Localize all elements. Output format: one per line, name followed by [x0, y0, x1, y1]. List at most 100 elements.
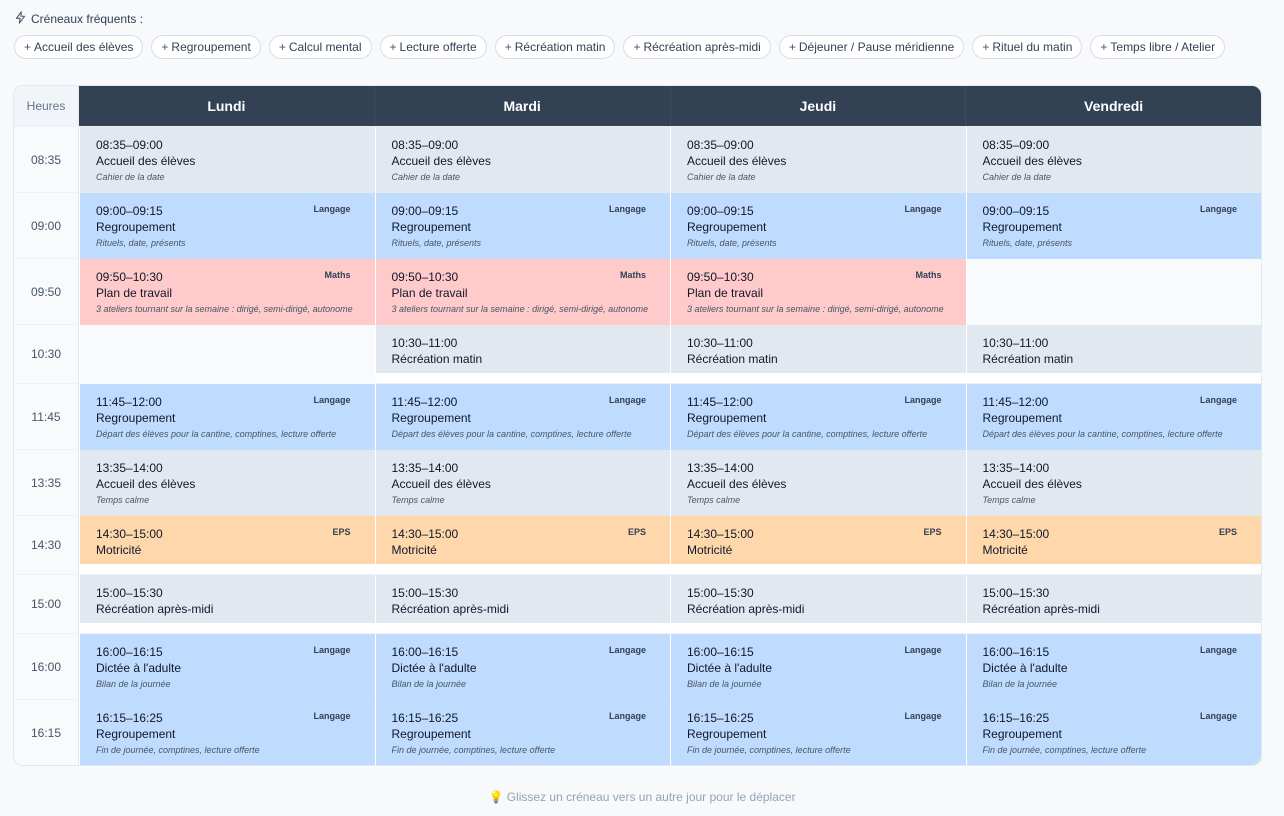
- schedule-slot[interactable]: 11:45–12:00 Regroupement Départ des élèves…: [966, 384, 1261, 450]
- day-cell[interactable]: 11:45–12:00 Regroupement Départ des élèves…: [79, 384, 375, 450]
- day-cell[interactable]: 09:00–09:15 Regroupement Rituels, date, pr…: [670, 193, 966, 259]
- slot-name: Motricité: [687, 543, 733, 557]
- day-cell[interactable]: 09:00–09:15 Regroupement Rituels, date, pr…: [79, 193, 375, 259]
- slot-name: Regroupement: [96, 411, 176, 425]
- schedule-slot[interactable]: 09:00–09:15 Regroupement Rituels, date, pr…: [375, 193, 670, 259]
- schedule-slot[interactable]: 16:00–16:15 Dictée à l'adulte Bilan de la …: [375, 634, 670, 700]
- day-cell[interactable]: 10:30–11:00 Récréation matin: [374, 325, 670, 383]
- schedule-slot[interactable]: 09:00–09:15 Regroupement Rituels, date, pr…: [671, 193, 966, 259]
- day-cell[interactable]: 13:35–14:00 Accueil des élèves Temps calme: [965, 450, 1261, 516]
- day-cell[interactable]: 13:35–14:00 Accueil des élèves Temps calme: [670, 450, 966, 516]
- add-slot-chip[interactable]: + Déjeuner / Pause méridienne: [778, 35, 965, 59]
- schedule-slot[interactable]: 09:00–09:15 Regroupement Rituels, date, pr…: [80, 193, 375, 259]
- slot-description: Rituels, date, présents: [96, 238, 186, 248]
- schedule-slot[interactable]: 16:15–16:25 Regroupement Fin de journée, c…: [966, 700, 1261, 765]
- day-cell[interactable]: 16:00–16:15 Dictée à l'adulte Bilan de la …: [670, 634, 966, 700]
- add-slot-chip[interactable]: + Lecture offerte: [379, 35, 487, 59]
- schedule-slot[interactable]: 14:30–15:00 Motricité EPS: [966, 516, 1261, 564]
- day-cell[interactable]: 09:50–10:30 Plan de travail 3 ateliers tou…: [670, 259, 966, 325]
- slot-name: Motricité: [982, 543, 1028, 557]
- add-slot-chip[interactable]: + Accueil des élèves: [14, 35, 144, 59]
- day-cell[interactable]: 13:35–14:00 Accueil des élèves Temps calme: [374, 450, 670, 516]
- schedule-slot[interactable]: 11:45–12:00 Regroupement Départ des élèves…: [671, 384, 966, 450]
- plus-icon: +: [633, 40, 641, 54]
- day-cell[interactable]: 09:00–09:15 Regroupement Rituels, date, pr…: [374, 193, 670, 259]
- day-cell[interactable]: 16:15–16:25 Regroupement Fin de journée, c…: [670, 700, 966, 765]
- schedule-slot[interactable]: 09:50–10:30 Plan de travail 3 ateliers tou…: [375, 259, 670, 325]
- day-cell[interactable]: [965, 259, 1261, 325]
- schedule-slot[interactable]: 14:30–15:00 Motricité EPS: [80, 516, 375, 564]
- day-cell[interactable]: 11:45–12:00 Regroupement Départ des élèves…: [670, 384, 966, 450]
- day-cell[interactable]: 09:00–09:15 Regroupement Rituels, date, pr…: [965, 193, 1261, 259]
- day-cell[interactable]: 14:30–15:00 Motricité EPS: [670, 516, 966, 574]
- schedule-slot[interactable]: 11:45–12:00 Regroupement Départ des élèves…: [80, 384, 375, 450]
- schedule-slot[interactable]: 15:00–15:30 Récréation après-midi: [80, 575, 375, 623]
- day-cell[interactable]: 11:45–12:00 Regroupement Départ des élèves…: [965, 384, 1261, 450]
- schedule-slot[interactable]: 16:15–16:25 Regroupement Fin de journée, c…: [80, 700, 375, 765]
- day-cell[interactable]: 10:30–11:00 Récréation matin: [965, 325, 1261, 383]
- schedule-slot[interactable]: 13:35–14:00 Accueil des élèves Temps calme: [671, 450, 966, 516]
- day-cell[interactable]: 14:30–15:00 Motricité EPS: [965, 516, 1261, 574]
- day-cell[interactable]: 08:35–09:00 Accueil des élèves Cahier de l…: [670, 127, 966, 193]
- day-cell[interactable]: 10:30–11:00 Récréation matin: [670, 325, 966, 383]
- schedule-slot[interactable]: 09:50–10:30 Plan de travail 3 ateliers tou…: [80, 259, 375, 325]
- schedule-slot[interactable]: 13:35–14:00 Accueil des élèves Temps calme: [375, 450, 670, 516]
- schedule-slot[interactable]: 16:15–16:25 Regroupement Fin de journée, c…: [375, 700, 670, 765]
- schedule-slot[interactable]: 08:35–09:00 Accueil des élèves Cahier de l…: [966, 127, 1261, 193]
- add-slot-chip[interactable]: + Récréation matin: [494, 35, 616, 59]
- schedule-slot[interactable]: 10:30–11:00 Récréation matin: [671, 325, 966, 373]
- schedule-slot[interactable]: 15:00–15:30 Récréation après-midi: [671, 575, 966, 623]
- schedule-slot[interactable]: 14:30–15:00 Motricité EPS: [671, 516, 966, 564]
- schedule-slot[interactable]: 16:00–16:15 Dictée à l'adulte Bilan de la …: [966, 634, 1261, 700]
- day-cell[interactable]: 14:30–15:00 Motricité EPS: [374, 516, 670, 574]
- empty-slot[interactable]: [80, 325, 375, 384]
- subject-tag: EPS: [332, 527, 351, 537]
- schedule-slot[interactable]: 08:35–09:00 Accueil des élèves Cahier de l…: [375, 127, 670, 193]
- day-cell[interactable]: 13:35–14:00 Accueil des élèves Temps calme: [79, 450, 375, 516]
- subject-tag: Maths: [324, 270, 351, 280]
- day-cell[interactable]: 16:00–16:15 Dictée à l'adulte Bilan de la …: [374, 634, 670, 700]
- add-slot-chip[interactable]: + Regroupement: [151, 35, 261, 59]
- day-cell[interactable]: 16:15–16:25 Regroupement Fin de journée, c…: [374, 700, 670, 765]
- schedule-slot[interactable]: 11:45–12:00 Regroupement Départ des élèves…: [375, 384, 670, 450]
- schedule-slot[interactable]: 10:30–11:00 Récréation matin: [375, 325, 670, 373]
- schedule-slot[interactable]: 09:00–09:15 Regroupement Rituels, date, pr…: [966, 193, 1261, 259]
- day-cell[interactable]: 15:00–15:30 Récréation après-midi: [965, 575, 1261, 633]
- add-slot-chip[interactable]: + Rituel du matin: [972, 35, 1083, 59]
- day-cell[interactable]: 15:00–15:30 Récréation après-midi: [670, 575, 966, 633]
- day-cell[interactable]: 11:45–12:00 Regroupement Départ des élèves…: [374, 384, 670, 450]
- day-cell[interactable]: 16:15–16:25 Regroupement Fin de journée, c…: [79, 700, 375, 765]
- schedule-slot[interactable]: 16:15–16:25 Regroupement Fin de journée, c…: [671, 700, 966, 765]
- day-cell[interactable]: 14:30–15:00 Motricité EPS: [79, 516, 375, 574]
- schedule-slot[interactable]: 16:00–16:15 Dictée à l'adulte Bilan de la …: [80, 634, 375, 700]
- schedule-slot[interactable]: 15:00–15:30 Récréation après-midi: [966, 575, 1261, 623]
- day-cell[interactable]: 16:00–16:15 Dictée à l'adulte Bilan de la …: [79, 634, 375, 700]
- empty-slot[interactable]: [966, 259, 1261, 325]
- schedule-slot[interactable]: 08:35–09:00 Accueil des élèves Cahier de l…: [80, 127, 375, 193]
- schedule-slot[interactable]: 10:30–11:00 Récréation matin: [966, 325, 1261, 373]
- schedule-slot[interactable]: 13:35–14:00 Accueil des élèves Temps calme: [80, 450, 375, 516]
- day-cell[interactable]: 15:00–15:30 Récréation après-midi: [374, 575, 670, 633]
- schedule-slot[interactable]: 16:00–16:15 Dictée à l'adulte Bilan de la …: [671, 634, 966, 700]
- schedule-slot[interactable]: 13:35–14:00 Accueil des élèves Temps calme: [966, 450, 1261, 516]
- schedule-slot[interactable]: 15:00–15:30 Récréation après-midi: [375, 575, 670, 623]
- day-cell[interactable]: 16:00–16:15 Dictée à l'adulte Bilan de la …: [965, 634, 1261, 700]
- day-cell[interactable]: 08:35–09:00 Accueil des élèves Cahier de l…: [374, 127, 670, 193]
- schedule-slot[interactable]: 09:50–10:30 Plan de travail 3 ateliers tou…: [671, 259, 966, 325]
- day-cell[interactable]: 08:35–09:00 Accueil des élèves Cahier de l…: [79, 127, 375, 193]
- time-label: 09:00: [14, 193, 79, 258]
- add-slot-chip[interactable]: + Temps libre / Atelier: [1090, 35, 1226, 59]
- slot-description: Cahier de la date: [391, 172, 461, 182]
- schedule-slot[interactable]: 14:30–15:00 Motricité EPS: [375, 516, 670, 564]
- day-cell[interactable]: 15:00–15:30 Récréation après-midi: [79, 575, 375, 633]
- add-slot-chip[interactable]: + Calcul mental: [268, 35, 372, 59]
- day-cell[interactable]: 09:50–10:30 Plan de travail 3 ateliers tou…: [374, 259, 670, 325]
- slot-description: Cahier de la date: [982, 172, 1052, 182]
- day-cell[interactable]: 08:35–09:00 Accueil des élèves Cahier de l…: [965, 127, 1261, 193]
- day-cell[interactable]: 09:50–10:30 Plan de travail 3 ateliers tou…: [79, 259, 375, 325]
- add-slot-chip[interactable]: + Récréation après-midi: [623, 35, 771, 59]
- day-cell[interactable]: 16:15–16:25 Regroupement Fin de journée, c…: [965, 700, 1261, 765]
- schedule-slot[interactable]: 08:35–09:00 Accueil des élèves Cahier de l…: [671, 127, 966, 193]
- day-cell[interactable]: [79, 325, 375, 384]
- subject-tag: Langage: [313, 204, 351, 214]
